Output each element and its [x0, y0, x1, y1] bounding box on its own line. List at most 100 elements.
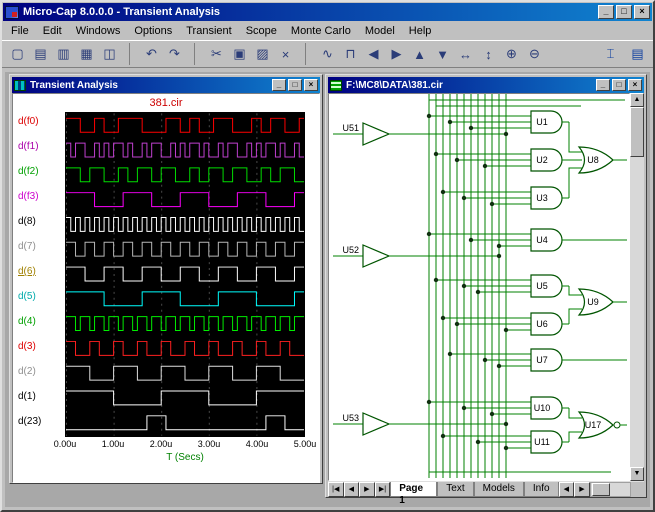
horizontal-tag-button[interactable]: ↔ [454, 43, 477, 65]
signal-label-d(7)[interactable]: d(7) [18, 241, 36, 252]
signal-label-d(23)[interactable]: d(23) [18, 416, 41, 427]
maximize-button[interactable]: □ [616, 5, 632, 19]
gate-U3[interactable]: U3 [440, 186, 569, 210]
signal-label-d(6)[interactable]: d(6) [18, 266, 36, 277]
menu-edit[interactable]: Edit [36, 23, 69, 39]
analysis-window-titlebar[interactable]: Transient Analysis _ □ × [12, 77, 320, 93]
signal-label-d(3)[interactable]: d(3) [18, 341, 36, 352]
hscroll-left-button[interactable]: ◀ [558, 482, 575, 497]
maximize-button[interactable]: □ [288, 79, 302, 91]
vertical-scroll-thumb[interactable] [630, 107, 644, 157]
vertical-tag-button[interactable]: ↕ [477, 43, 500, 65]
schematic-window-icon[interactable] [330, 79, 342, 91]
buffer-U51[interactable]: U51 [333, 122, 509, 146]
buffer-U52[interactable]: U52 [333, 244, 502, 268]
menu-scope[interactable]: Scope [239, 23, 284, 39]
save-button[interactable]: ▥ [52, 43, 75, 65]
analysis-window-icon[interactable] [14, 79, 26, 91]
gate-U10[interactable]: U10 [426, 396, 569, 420]
schematic-canvas[interactable]: U51 U52 U53 U1 U2 U3 U4 U5 U6 U7 U10 U11 U8 U9 U17 [329, 94, 629, 478]
tab-nav-0[interactable]: |◀ [328, 482, 344, 497]
menu-help[interactable]: Help [402, 23, 439, 39]
peak-button[interactable]: ▲ [408, 43, 431, 65]
gate-U11[interactable]: U11 [440, 430, 569, 454]
hscroll-thumb[interactable] [591, 483, 610, 496]
transient-analysis-window[interactable]: Transient Analysis _ □ × 381.cir d(f0) d(f1… [9, 74, 323, 484]
component-list-button[interactable]: ⌶ [599, 43, 622, 65]
junction-dot [475, 439, 481, 445]
menu-options[interactable]: Options [127, 23, 179, 39]
scroll-down-button[interactable]: ▼ [630, 467, 644, 481]
menu-windows[interactable]: Windows [69, 23, 128, 39]
close-button[interactable]: × [634, 5, 650, 19]
close-button[interactable]: × [628, 79, 642, 91]
cursor-right-button[interactable]: ▶ [385, 43, 408, 65]
tab-models[interactable]: Models [473, 482, 524, 497]
gate-U2[interactable]: U2 [433, 148, 569, 172]
undo-button[interactable]: ↶ [140, 43, 163, 65]
tab-info[interactable]: Info [523, 482, 559, 497]
tab-nav-1[interactable]: ◀ [343, 482, 360, 497]
zoom-in-button[interactable]: ⊕ [500, 43, 523, 65]
signal-label-d(f1)[interactable]: d(f1) [18, 141, 39, 152]
menu-monte-carlo[interactable]: Monte Carlo [284, 23, 358, 39]
minimize-button[interactable]: _ [272, 79, 286, 91]
print-button[interactable]: ▦ [75, 43, 98, 65]
zoom-out-button[interactable]: ⊖ [523, 43, 546, 65]
signal-label-d(2)[interactable]: d(2) [18, 366, 36, 377]
buffer-symbol[interactable] [362, 122, 391, 146]
sine-wave-mode-button[interactable]: ∿ [316, 43, 339, 65]
pulse-mode-button[interactable]: ⊓ [339, 43, 362, 65]
menu-model[interactable]: Model [358, 23, 402, 39]
print-preview-button[interactable]: ◫ [98, 43, 121, 65]
paste-button[interactable]: ▨ [251, 43, 274, 65]
signal-label-d(f3)[interactable]: d(f3) [18, 191, 39, 202]
cut-button[interactable]: ✂ [205, 43, 228, 65]
gate-U6[interactable]: U6 [440, 312, 569, 336]
buffer-U53[interactable]: U53 [333, 412, 509, 436]
scroll-up-button[interactable]: ▲ [630, 93, 644, 107]
gate-U5[interactable]: U5 [433, 274, 569, 298]
signal-label-d(4)[interactable]: d(4) [18, 316, 36, 327]
page-view-button[interactable]: ▤ [626, 43, 649, 65]
new-button[interactable]: ▢ [6, 43, 29, 65]
maximize-button[interactable]: □ [612, 79, 626, 91]
schematic-page[interactable]: U51 U52 U53 U1 U2 U3 U4 U5 U6 U7 U10 U11 U8 U9 U17 [328, 93, 630, 481]
valley-button[interactable]: ▼ [431, 43, 454, 65]
copy-button[interactable]: ▣ [228, 43, 251, 65]
titlebar[interactable]: Micro-Cap 8.0.0.0 - Transient Analysis _… [3, 3, 652, 21]
schematic-window[interactable]: F:\MC8\DATA\381.cir _ □ × U51 U52 U53 U1 U2 U3 U… [325, 74, 647, 506]
signal-label-d(f0)[interactable]: d(f0) [18, 116, 39, 127]
delete-button[interactable]: × [274, 43, 297, 65]
gate-U7[interactable]: U7 [447, 348, 627, 372]
redo-button[interactable]: ↷ [163, 43, 186, 65]
hscroll-track[interactable] [589, 482, 632, 497]
gate-U1[interactable]: U1 [426, 110, 569, 134]
trace-d(f2) [66, 167, 304, 183]
app-icon[interactable] [5, 5, 19, 19]
tab-page-1[interactable]: Page 1 [390, 482, 438, 506]
close-button[interactable]: × [304, 79, 318, 91]
signal-label-d(5)[interactable]: d(5) [18, 291, 36, 302]
signal-label-d(1)[interactable]: d(1) [18, 391, 36, 402]
buffer-symbol[interactable] [362, 244, 391, 268]
schematic-window-titlebar[interactable]: F:\MC8\DATA\381.cir _ □ × [328, 77, 644, 93]
tab-nav-2[interactable]: ▶ [359, 482, 375, 497]
cursor-left-button[interactable]: ◀ [362, 43, 385, 65]
minimize-button[interactable]: _ [596, 79, 610, 91]
gate-U8[interactable]: U8 [568, 122, 627, 198]
tab-nav-3[interactable]: ▶| [374, 482, 391, 497]
tab-text[interactable]: Text [437, 482, 474, 497]
menu-file[interactable]: File [4, 23, 36, 39]
vertical-scrollbar[interactable]: ▲ ▼ [630, 93, 644, 481]
vertical-scroll-track[interactable] [630, 107, 644, 467]
signal-label-d(f2)[interactable]: d(f2) [18, 166, 39, 177]
menu-transient[interactable]: Transient [179, 23, 238, 39]
buffer-symbol[interactable] [362, 412, 391, 436]
signal-label-d(8)[interactable]: d(8) [18, 216, 36, 227]
hscroll-right-button[interactable]: ▶ [574, 482, 590, 497]
open-button[interactable]: ▤ [29, 43, 52, 65]
minimize-button[interactable]: _ [598, 5, 614, 19]
gate-U9[interactable]: U9 [568, 286, 627, 324]
gate-U17[interactable]: U17 [568, 408, 627, 442]
